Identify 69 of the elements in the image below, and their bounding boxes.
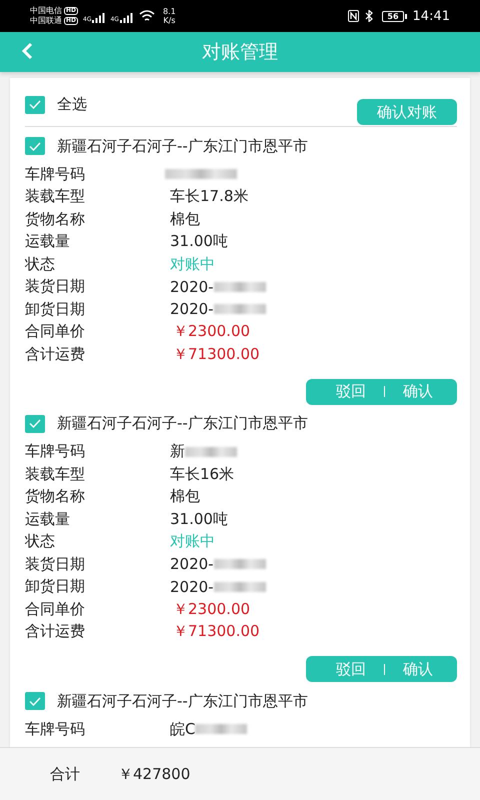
battery-level: 56 <box>382 10 404 22</box>
field-label: 合同单价 <box>25 600 86 619</box>
nfc-icon <box>348 10 360 22</box>
field-value: 对账中 <box>170 254 215 274</box>
field-label: 运载量 <box>25 510 71 529</box>
field-value: 2020- <box>170 578 214 596</box>
field-label: 装货日期 <box>25 554 86 574</box>
checkbox[interactable] <box>25 137 45 155</box>
field-label: 状态 <box>25 532 56 552</box>
signal-icon <box>120 12 133 22</box>
field-label: 货物名称 <box>25 210 86 229</box>
action-button[interactable]: 确认 <box>393 660 443 678</box>
confirm-reconcile-button[interactable]: 确认对账 <box>357 99 457 125</box>
field-value: 2020- <box>170 555 214 574</box>
field-label: 车牌号码 <box>25 442 86 462</box>
action-button[interactable]: 驳回 <box>326 382 376 401</box>
field-value: ￥71300.00 <box>173 622 260 642</box>
field-value: 新 <box>170 442 185 462</box>
field-value: 车长16米 <box>170 464 234 484</box>
field-label: 状态 <box>25 254 56 274</box>
check-icon <box>29 419 41 428</box>
field-value: ￥2300.00 <box>173 600 250 619</box>
bluetooth-icon <box>365 10 374 22</box>
speed-unit: K/s <box>163 16 176 25</box>
carrier-name: 中国联通 <box>30 16 62 26</box>
route-text: 新疆石河子石河子--广东江门市恩平市 <box>57 414 308 433</box>
total-amount: ￥427800 <box>118 764 190 784</box>
action-button[interactable]: 确认 <box>393 382 443 401</box>
check-icon <box>29 142 41 150</box>
check-icon <box>29 100 41 109</box>
action-button[interactable]: 驳回 <box>326 660 376 678</box>
field-value: 棉包 <box>170 487 200 506</box>
field-label: 含计运费 <box>25 344 86 364</box>
select-all-label: 全选 <box>57 95 87 114</box>
total-label: 合计 <box>50 764 80 784</box>
field-label: 车牌号码 <box>25 720 86 739</box>
page-title: 对账管理 <box>202 40 278 65</box>
clock: 14:41 <box>412 8 450 24</box>
checkbox[interactable] <box>25 692 45 710</box>
field-label: 装载车型 <box>25 187 86 206</box>
signal-icon <box>92 12 106 22</box>
check-icon <box>29 696 41 706</box>
field-value: ￥71300.00 <box>173 344 260 364</box>
field-label: 卸货日期 <box>25 577 86 596</box>
field-value: 对账中 <box>170 532 215 552</box>
field-value: ￥2300.00 <box>173 322 250 342</box>
field-label: 运载量 <box>25 232 71 252</box>
checkbox[interactable] <box>25 96 45 114</box>
field-label: 含计运费 <box>25 622 86 642</box>
field-label: 卸货日期 <box>25 300 86 319</box>
field-label: 车牌号码 <box>25 164 86 184</box>
field-value: 皖C <box>170 720 196 739</box>
field-label: 合同单价 <box>25 322 86 342</box>
back-icon <box>20 42 34 60</box>
route-text: 新疆石河子石河子--广东江门市恩平市 <box>57 136 308 156</box>
network-speed: 8.1 <box>162 7 176 16</box>
field-label: 装载车型 <box>25 464 86 484</box>
checkbox[interactable] <box>25 414 45 432</box>
field-value: 车长17.8米 <box>170 187 248 206</box>
wifi-icon <box>138 10 155 22</box>
carrier-name: 中国电信 <box>30 6 62 16</box>
field-value: 棉包 <box>170 210 200 229</box>
field-label: 货物名称 <box>25 487 86 506</box>
field-label: 装货日期 <box>25 277 86 296</box>
field-value: 2020- <box>170 278 214 296</box>
field-value: 31.00吨 <box>170 510 228 529</box>
route-text: 新疆石河子石河子--广东江门市恩平市 <box>57 692 308 710</box>
field-value: 2020- <box>170 300 214 318</box>
field-value: 31.00吨 <box>170 232 228 252</box>
